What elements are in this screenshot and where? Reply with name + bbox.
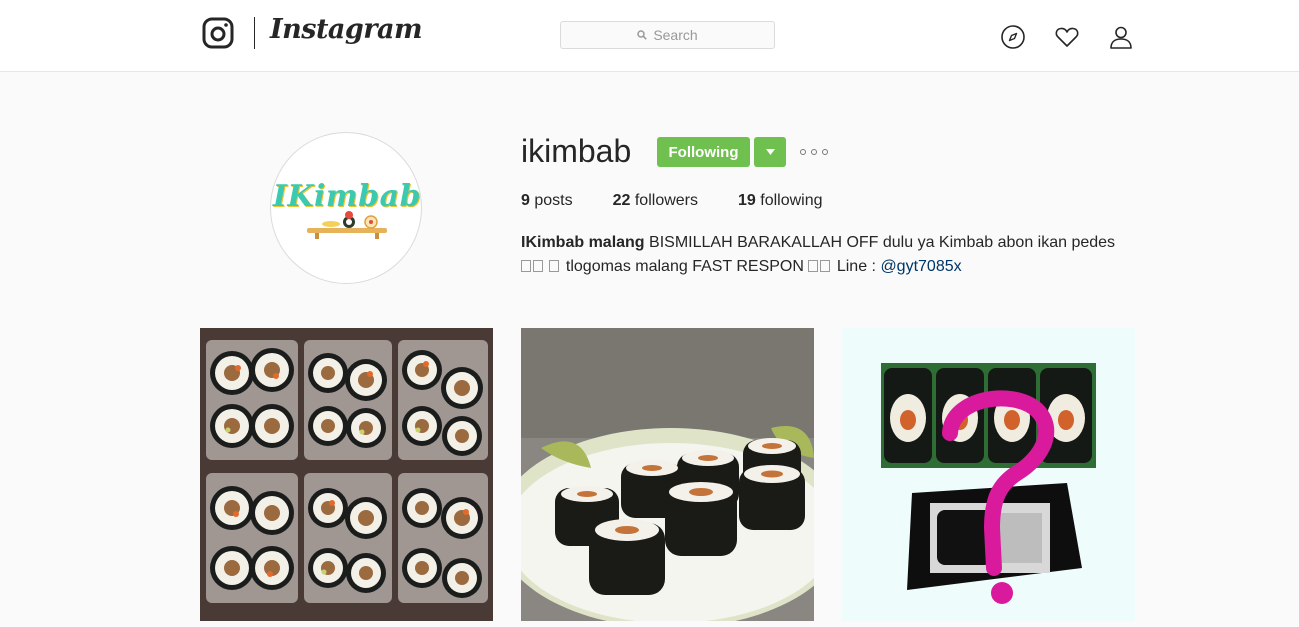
posts-count: 9 posts: [521, 192, 573, 210]
followers-count[interactable]: 22 followers: [613, 192, 698, 210]
emoji-placeholder: [820, 260, 831, 272]
profile-bio: IKimbab malang BISMILLAH BARAKALLAH OFF …: [521, 231, 1141, 279]
emoji-placeholder: [549, 260, 560, 272]
search-placeholder: Search: [653, 27, 698, 43]
profile-username: ikimbab: [521, 133, 632, 169]
bio-line-handle-link[interactable]: @gyt7085x: [880, 258, 961, 275]
kimbab-question-image: [842, 328, 1135, 621]
following-label: following: [760, 192, 823, 209]
kimbab-trays-image: [200, 328, 493, 621]
instagram-camera-icon[interactable]: [202, 17, 234, 49]
post-thumbnail-kimbab-question[interactable]: [842, 328, 1135, 621]
top-nav-bar: Instagram Search: [0, 0, 1299, 72]
posts-number: 9: [521, 192, 530, 209]
follow-options-dropdown[interactable]: [754, 137, 786, 167]
logo-divider: [254, 17, 255, 49]
post-thumbnail-kimbab-trays[interactable]: [200, 328, 493, 621]
more-dot: [811, 149, 817, 155]
sushi-board-logo: [307, 211, 387, 239]
bio-line-1: BISMILLAH BARAKALLAH OFF dulu ya Kimbab …: [649, 234, 1116, 251]
user-icon[interactable]: [1108, 24, 1134, 50]
search-icon: [637, 30, 648, 40]
following-count[interactable]: 19 following: [738, 192, 823, 210]
compass-icon[interactable]: [1000, 24, 1026, 50]
bio-line-2: tlogomas malang FAST RESPON: [565, 258, 804, 275]
emoji-placeholder: [808, 260, 819, 272]
followers-number: 22: [612, 192, 631, 209]
more-dot: [800, 149, 806, 155]
kimbab-plate-image: [521, 328, 814, 621]
followers-label: followers: [634, 192, 698, 209]
following-number: 19: [738, 192, 756, 209]
emoji-placeholder: [533, 260, 543, 272]
bio-line-2-suffix: Line :: [836, 258, 876, 275]
post-thumbnail-kimbab-plate[interactable]: [521, 328, 814, 621]
bio-full-name: IKimbab malang: [521, 234, 645, 251]
search-input[interactable]: Search: [560, 21, 775, 49]
emoji-placeholder: [521, 260, 531, 272]
instagram-wordmark[interactable]: Instagram: [270, 14, 423, 45]
following-button[interactable]: Following: [657, 137, 750, 167]
profile-stats: 9 posts 22 followers 19 following: [521, 192, 823, 210]
more-dot: [822, 149, 828, 155]
posts-label: posts: [534, 192, 573, 209]
heart-icon[interactable]: [1054, 24, 1080, 50]
more-options-icon[interactable]: [800, 143, 828, 161]
caret-down-icon: [765, 149, 775, 155]
profile-avatar[interactable]: IKimbab: [270, 132, 422, 284]
